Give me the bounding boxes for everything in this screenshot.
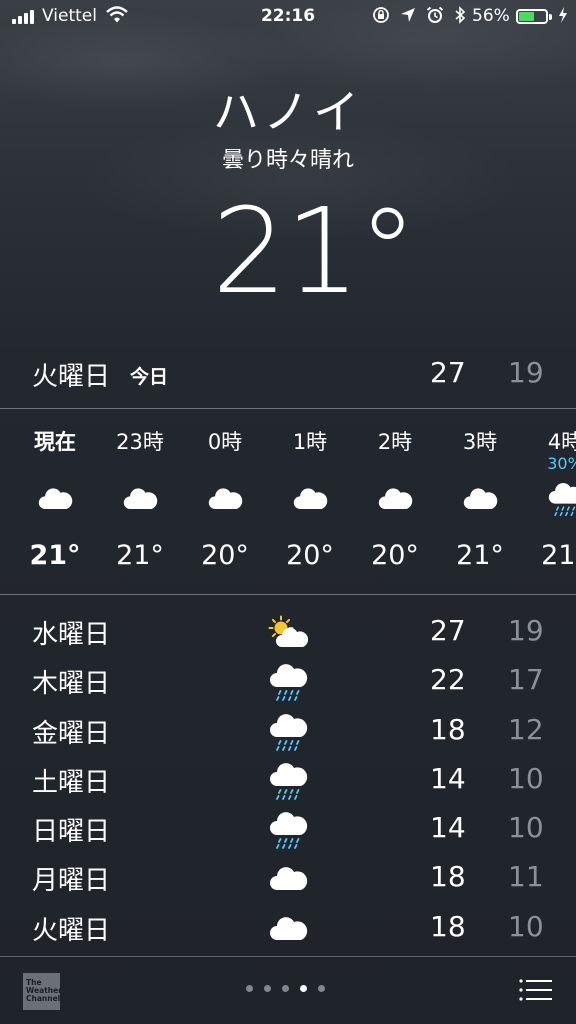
day-low: 10 [508,761,544,795]
divider [0,956,576,957]
orientation-lock-icon [372,6,390,29]
daily-row: 木曜日 22 17 [0,659,576,708]
day-low: 11 [508,860,544,894]
cloud-icon [292,482,328,518]
hour-temperature: 20° [201,540,249,571]
weather-channel-logo[interactable]: The Weather Channel [23,973,62,1010]
hour-temperature: 21° [541,540,576,571]
daily-row: 土曜日 14 10 [0,758,576,807]
hourly-item: 2時 20° [352,410,438,594]
partly-sunny-icon [268,614,309,654]
cloud-icon [122,482,158,518]
hour-time: 0時 [207,430,243,454]
daily-row: 水曜日 27 19 [0,610,576,659]
current-condition: 曇り時々晴れ [221,148,354,173]
cloud-icon [207,482,243,518]
day-low: 12 [508,712,544,746]
hourly-item: 4時30% 21° [522,410,576,594]
battery-cap [549,14,552,20]
page-indicator[interactable] [246,985,325,992]
alarm-icon [426,6,444,29]
daily-row: 火曜日 18 10 [0,906,576,955]
day-high: 14 [430,811,466,845]
hour-temperature: 21° [29,540,81,571]
location-icon [400,7,416,28]
cloud-icon [462,482,498,518]
day-name: 月曜日 [32,866,111,897]
daily-row: 月曜日 18 11 [0,856,576,905]
divider [0,594,576,595]
day-high: 18 [430,860,466,894]
rain-cloud-icon [268,713,308,753]
daily-row: 金曜日 18 12 [0,709,576,758]
day-low: 17 [508,663,544,697]
hour-time: 1時 [292,430,328,454]
day-high: 18 [430,712,466,746]
page-dot[interactable] [264,985,271,992]
day-high: 27 [430,614,466,647]
today-high: 27 [430,356,466,389]
page-dot[interactable] [300,985,307,992]
hour-time: 4時 [547,430,576,454]
day-name: 木曜日 [32,669,111,700]
day-name: 日曜日 [32,817,111,848]
day-high: 14 [430,761,466,795]
cloud-icon [268,910,308,950]
day-name: 金曜日 [32,718,111,749]
page-dot[interactable] [318,985,325,992]
day-low: 10 [508,909,544,943]
current-temperature: 21° [212,182,417,320]
daily-row: 日曜日 14 10 [0,807,576,856]
rain-cloud-icon [547,482,576,518]
hour-temperature: 20° [371,540,419,571]
hour-time: 3時 [462,430,498,454]
today-low: 19 [508,356,544,389]
status-bar: Viettel 22:16 56% [0,0,576,34]
rain-cloud-icon [268,663,308,703]
rain-cloud-icon [268,762,308,802]
hourly-item: 0時 20° [182,410,268,594]
day-name: 火曜日 [32,915,111,946]
battery-icon [516,9,548,24]
day-low: 10 [508,811,544,845]
hour-time: 23時 [116,430,164,454]
hourly-forecast[interactable]: 現在 21° 23時 21° 0時 20° 1時 20° 2時 20° 3時 21° 4時30% 21° [0,410,576,594]
day-low: 19 [508,614,544,647]
day-name: 土曜日 [32,767,111,798]
charging-icon [558,6,568,28]
hour-temperature: 21° [116,540,164,571]
hour-time: 現在 [34,430,76,454]
hourly-item: 3時 21° [437,410,523,594]
day-name: 水曜日 [32,620,111,650]
page-dot[interactable] [282,985,289,992]
rain-cloud-icon [268,811,308,851]
today-row: 火曜日 今日 27 19 [0,350,576,408]
bottom-bar: The Weather Channel [0,958,576,1024]
city-name: ハノイ [213,85,363,139]
hourly-item: 1時 20° [267,410,353,594]
divider [0,408,576,409]
list-icon[interactable] [518,978,552,1002]
cloud-icon [37,482,73,518]
hour-time: 2時 [377,430,413,454]
bluetooth-icon [454,6,466,29]
page-dot[interactable] [246,985,253,992]
day-high: 22 [430,663,466,697]
hourly-item: 23時 21° [97,410,183,594]
cloud-icon [377,482,413,518]
today-label: 今日 [130,366,169,388]
hourly-item: 現在 21° [12,410,98,594]
cloud-icon [268,860,308,900]
precip-chance: 30% [547,454,576,473]
day-high: 18 [430,909,466,943]
today-day-name: 火曜日 [32,362,111,392]
hour-temperature: 21° [456,540,504,571]
daily-forecast[interactable]: 水曜日 27 19 木曜日 22 17 金曜日 18 12 土曜日 14 10 日曜日 14 10 月曜日 18… [0,610,576,955]
battery-percent: 56% [472,6,510,26]
hour-temperature: 20° [286,540,334,571]
